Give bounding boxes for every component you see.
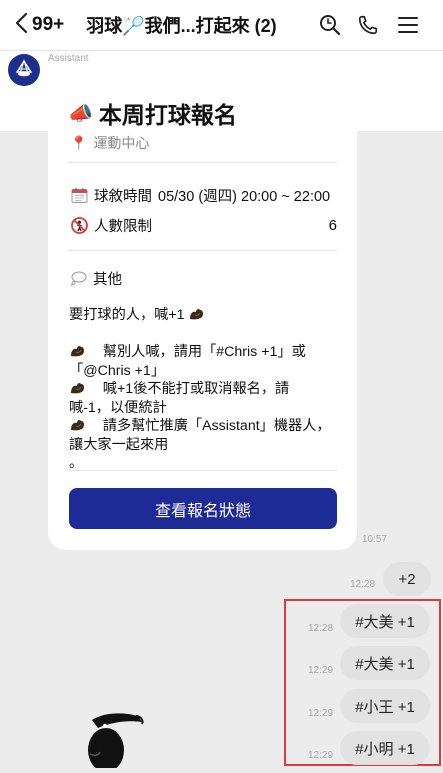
back-button[interactable]: 99+: [14, 12, 64, 39]
location-text: 運動中心: [93, 135, 150, 151]
chat-title: 羽球🏸我們...打起來 (2): [86, 16, 277, 36]
limit-row: 人數限制 6: [70, 215, 337, 236]
thought-bubble-icon: [70, 271, 87, 286]
time-row: 球敘時間 05/30 (週四) 20:00 ~ 22:00: [70, 185, 337, 206]
card-title: 📣 本周打球報名: [68, 96, 237, 130]
card-title-text: 本周打球報名: [98, 102, 237, 128]
megaphone-icon: 📣: [68, 102, 93, 125]
message-time: 12:28: [350, 579, 376, 590]
desc-line: 請多幫忙推廣「Assistant」機器人，: [69, 417, 339, 436]
message-text: +2: [383, 562, 431, 596]
divider: [68, 250, 337, 251]
desc-text: 喊+1後不能打或取消報名，請: [102, 381, 290, 397]
divider: [68, 162, 337, 163]
desc-line: 讓大家一起來用: [69, 436, 169, 453]
flexed-biceps-icon: [69, 381, 87, 395]
sender-name: Assistant: [48, 53, 89, 64]
card-description: 要打球的人，喊+1 幫別人喊，請用「#Chris +1」或 「@Chris +1…: [69, 306, 339, 473]
message-time: 12:29: [308, 750, 334, 761]
card-timestamp: 10:57: [362, 534, 388, 545]
time-label: 球敘時間: [94, 189, 152, 205]
time-value: 05/30 (週四) 20:00 ~ 22:00: [158, 189, 331, 205]
no-people-icon: [70, 217, 88, 235]
flexed-biceps-icon: [188, 307, 206, 321]
menu-icon[interactable]: [395, 12, 421, 38]
search-icon[interactable]: [317, 12, 343, 38]
view-status-button[interactable]: 查看報名狀態: [69, 488, 337, 529]
message-text: #大美 +1: [340, 604, 430, 638]
flexed-biceps-icon: [69, 418, 87, 432]
desc-line: 喊-1，以便統計: [69, 399, 167, 416]
desc-line: 喊+1後不能打或取消報名，請: [69, 380, 339, 399]
message-time: 12:29: [308, 665, 334, 676]
message-text: #大美 +1: [340, 646, 430, 680]
location: 📍 運動中心: [70, 133, 149, 153]
limit-label: 人數限制: [94, 219, 152, 235]
message-time: 12:28: [308, 623, 334, 634]
chat-header: 99+ 羽球🏸我們...打起來 (2): [0, 0, 443, 51]
message-bubble[interactable]: +2: [383, 562, 431, 596]
calendar-icon: [70, 187, 88, 205]
other-label: 其他: [93, 272, 122, 288]
desc-line: 「@Chris +1」: [69, 362, 166, 379]
limit-value: 6: [328, 217, 337, 234]
other-row: 其他: [70, 268, 122, 289]
message-bubble[interactable]: #小王 +1: [340, 689, 430, 723]
shuttlecock-icon: [13, 57, 35, 84]
message-text: #小明 +1: [340, 731, 430, 765]
message-text: #小王 +1: [340, 689, 430, 723]
sticker-character[interactable]: [84, 706, 150, 773]
desc-line: 幫別人喊，請用「#Chris +1」或: [69, 343, 339, 362]
divider: [68, 470, 337, 471]
signup-card: 📣 本周打球報名 📍 運動中心 球敘時間 05/30 (週四) 20:00 ~ …: [48, 88, 357, 550]
desc-line: 要打球的人，喊+1: [69, 306, 339, 325]
message-bubble[interactable]: #大美 +1: [340, 604, 430, 638]
pin-icon: 📍: [70, 134, 88, 151]
flexed-biceps-icon: [69, 344, 87, 358]
message-bubble[interactable]: #大美 +1: [340, 646, 430, 680]
unread-count: 99+: [32, 14, 65, 35]
desc-text: 幫別人喊，請用「#Chris +1」或: [102, 344, 306, 360]
message-bubble[interactable]: #小明 +1: [340, 731, 430, 765]
phone-icon[interactable]: [355, 12, 381, 38]
back-chevron-icon: [14, 12, 28, 39]
desc-text: 要打球的人，喊+1: [69, 307, 185, 323]
desc-text: 請多幫忙推廣「Assistant」機器人，: [102, 418, 331, 434]
message-time: 12:29: [308, 708, 334, 719]
avatar[interactable]: [8, 54, 40, 86]
